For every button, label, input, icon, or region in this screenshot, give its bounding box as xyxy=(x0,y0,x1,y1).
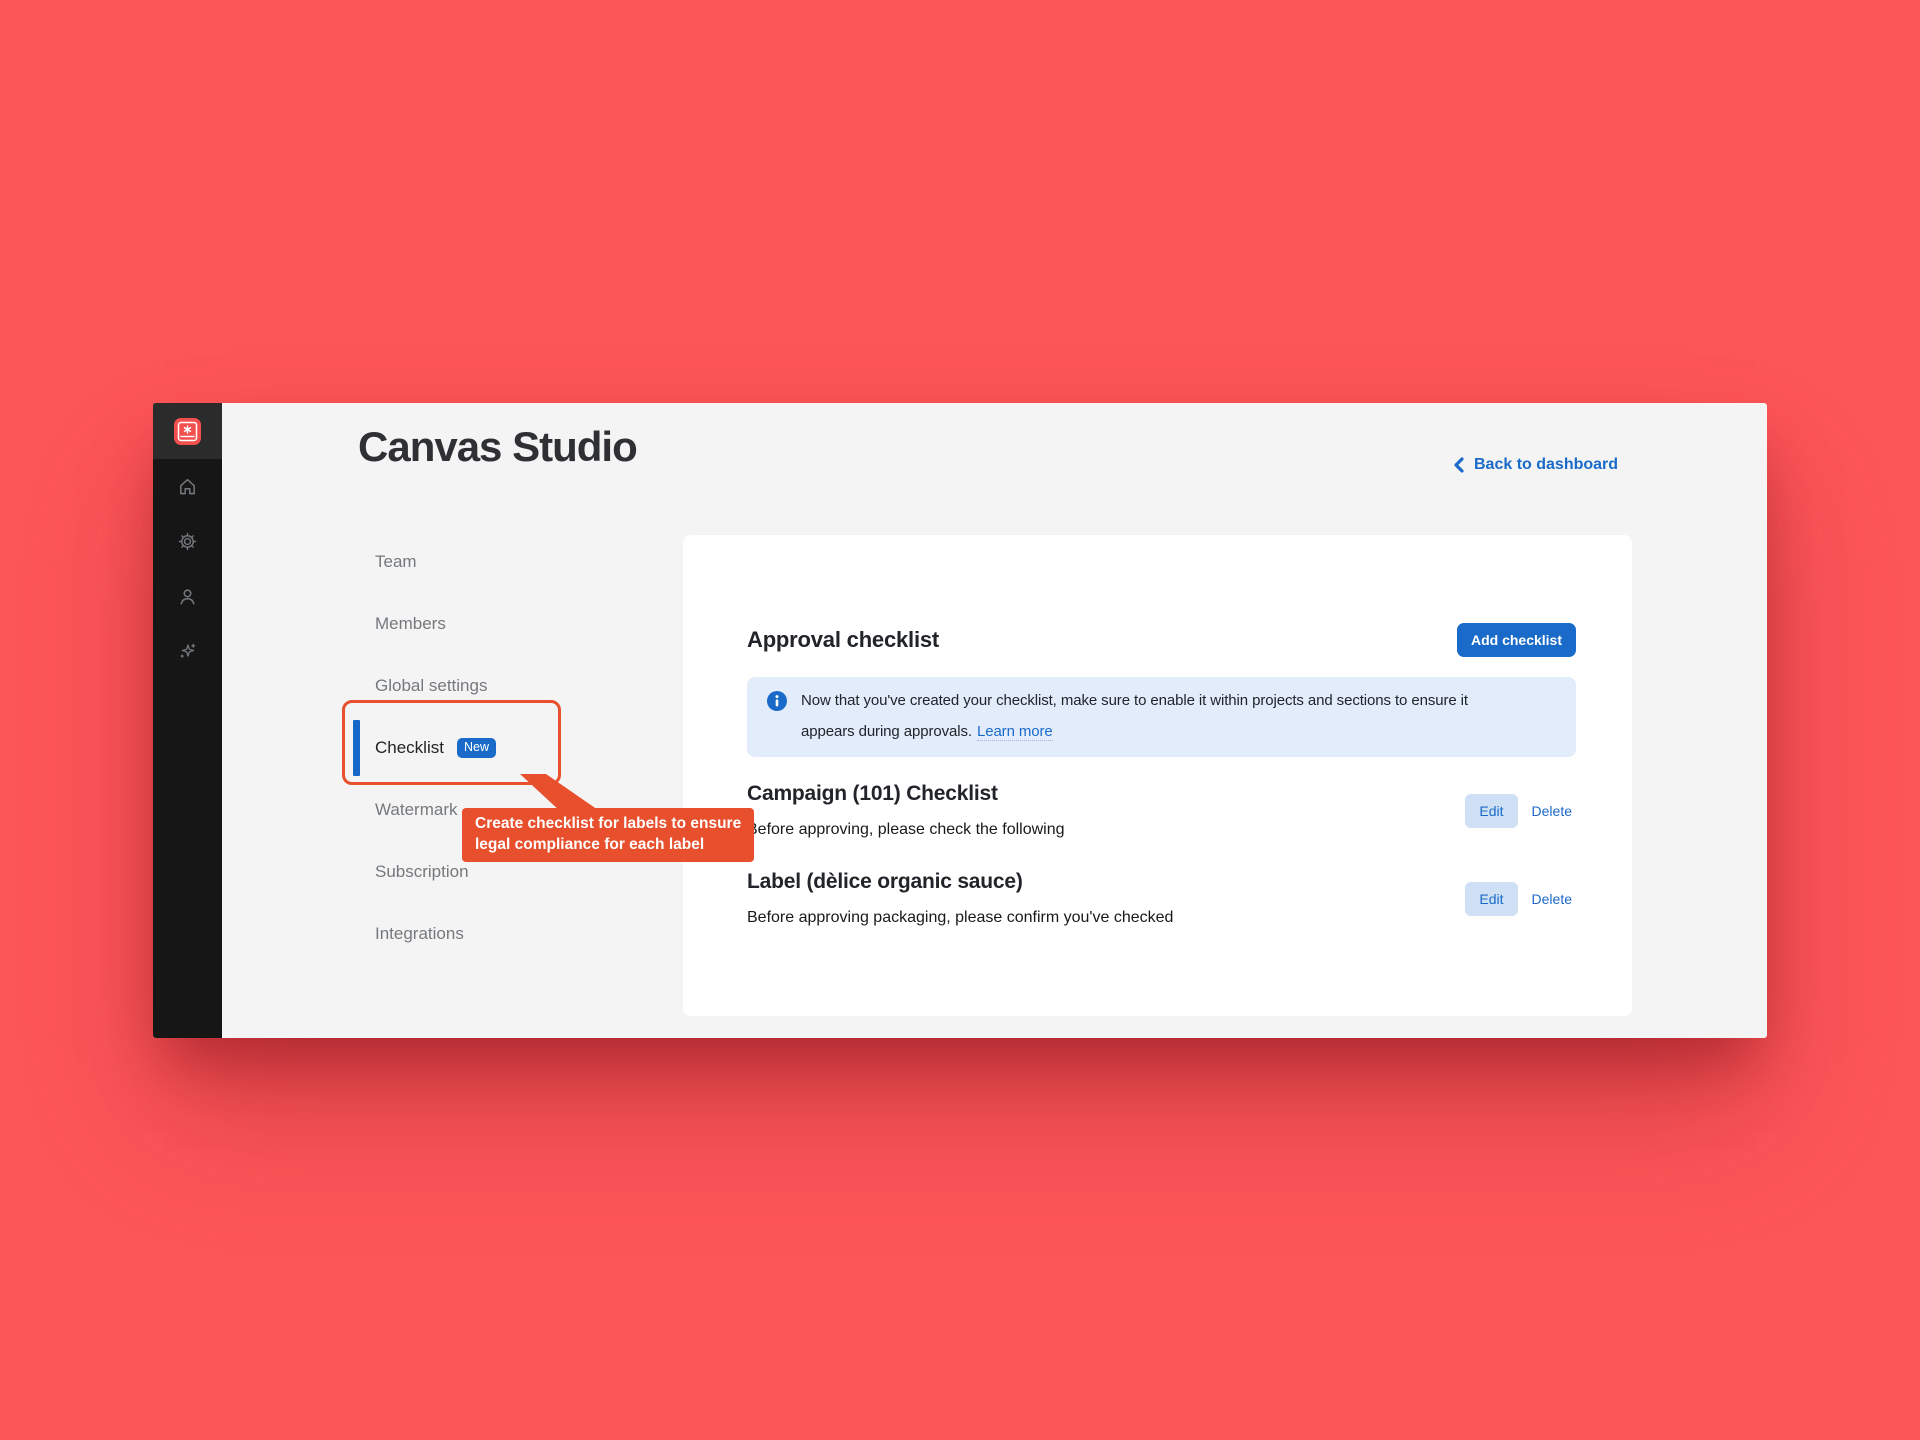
banner-line-2: appears during approvals. Learn more xyxy=(801,716,1468,747)
nav-item-label: Global settings xyxy=(375,676,487,696)
delete-button[interactable]: Delete xyxy=(1528,882,1576,916)
banner-line-2-text: appears during approvals. xyxy=(801,723,972,740)
nav-item-label: Members xyxy=(375,614,446,634)
banner-text: Now that you've created your checklist, … xyxy=(801,685,1468,747)
annotation-tooltip: Create checklist for labels to ensure le… xyxy=(462,808,754,862)
nav-item-global-settings[interactable]: Global settings xyxy=(375,655,665,717)
canvas-studio-window: Canvas Studio Back to dashboard Team Mem… xyxy=(153,403,1767,1038)
banner-line-1: Now that you've created your checklist, … xyxy=(801,685,1468,716)
approval-checklist-card: Approval checklist Add checklist Now tha… xyxy=(683,535,1632,1016)
section-info: Label (dèlice organic sauce) Before appr… xyxy=(747,869,1173,929)
logo-tile xyxy=(153,403,222,459)
chevron-left-icon xyxy=(1452,457,1465,473)
nav-item-checklist[interactable]: Checklist New xyxy=(375,717,665,779)
back-link-label: Back to dashboard xyxy=(1474,456,1618,474)
checklist-section-label: Label (dèlice organic sauce) Before appr… xyxy=(747,869,1576,929)
delete-button[interactable]: Delete xyxy=(1528,794,1576,828)
ai-sparkles-icon[interactable] xyxy=(177,641,198,662)
active-indicator-bar xyxy=(353,720,360,776)
app-logo[interactable] xyxy=(174,418,201,445)
settings-nav: Team Members Global settings Checklist N… xyxy=(375,531,665,965)
checklist-section-campaign: Campaign (101) Checklist Before approvin… xyxy=(747,781,1576,841)
nav-item-members[interactable]: Members xyxy=(375,593,665,655)
asterisk-card-icon xyxy=(174,418,201,445)
nav-item-team[interactable]: Team xyxy=(375,531,665,593)
nav-item-label: Integrations xyxy=(375,924,464,944)
page-title: Canvas Studio xyxy=(358,423,637,471)
tooltip-line-1: Create checklist for labels to ensure xyxy=(475,813,741,834)
settings-gear-icon[interactable] xyxy=(177,531,198,552)
back-to-dashboard-link[interactable]: Back to dashboard xyxy=(1452,456,1618,474)
tooltip-line-2: legal compliance for each label xyxy=(475,834,741,855)
nav-item-label: Checklist xyxy=(375,738,444,758)
edit-button[interactable]: Edit xyxy=(1465,794,1517,828)
new-badge: New xyxy=(457,738,496,758)
section-info: Campaign (101) Checklist Before approvin… xyxy=(747,781,1065,841)
card-heading: Approval checklist xyxy=(747,627,939,653)
section-description: Before approving, please check the follo… xyxy=(747,819,1065,841)
nav-item-label: Watermark xyxy=(375,800,458,820)
nav-item-label: Team xyxy=(375,552,417,572)
learn-more-link[interactable]: Learn more xyxy=(977,723,1053,741)
nav-item-label: Subscription xyxy=(375,862,469,882)
edit-button[interactable]: Edit xyxy=(1465,882,1517,916)
home-icon[interactable] xyxy=(177,476,198,497)
section-title: Label (dèlice organic sauce) xyxy=(747,869,1173,895)
section-title: Campaign (101) Checklist xyxy=(747,781,1065,807)
add-checklist-button[interactable]: Add checklist xyxy=(1457,623,1576,657)
profile-icon[interactable] xyxy=(177,586,198,607)
nav-item-integrations[interactable]: Integrations xyxy=(375,903,665,965)
icon-sidebar xyxy=(153,403,222,1038)
section-description: Before approving packaging, please confi… xyxy=(747,907,1173,929)
info-icon xyxy=(767,691,787,711)
info-banner: Now that you've created your checklist, … xyxy=(747,677,1576,757)
